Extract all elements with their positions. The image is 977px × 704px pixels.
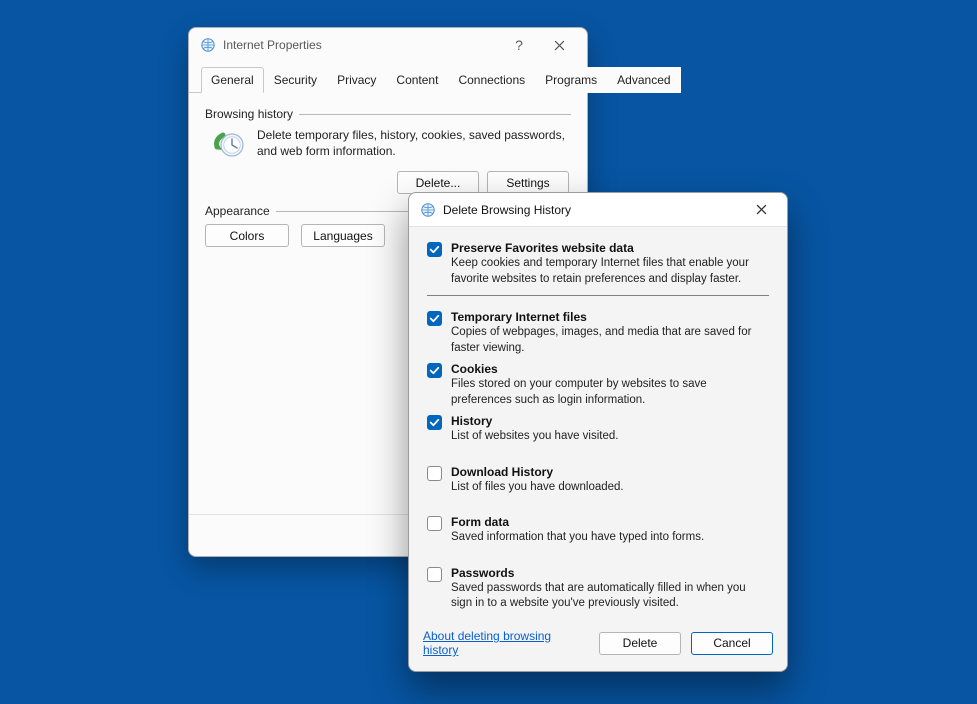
languages-button[interactable]: Languages	[301, 224, 385, 247]
temp-files-row: Temporary Internet files Copies of webpa…	[427, 310, 769, 356]
history-settings-button[interactable]: Settings	[487, 171, 569, 194]
passwords-desc: Saved passwords that are automatically f…	[451, 581, 769, 612]
dbh-delete-button[interactable]: Delete	[599, 632, 681, 655]
tab-general[interactable]: General	[201, 67, 264, 93]
cookies-checkbox[interactable]	[427, 363, 442, 378]
temp-files-label: Temporary Internet files	[451, 310, 769, 324]
cookies-row: Cookies Files stored on your computer by…	[427, 362, 769, 408]
help-button[interactable]: ?	[499, 30, 539, 60]
form-data-desc: Saved information that you have typed in…	[451, 530, 704, 546]
internet-options-icon	[199, 36, 217, 54]
download-history-label: Download History	[451, 465, 624, 479]
download-history-row: Download History List of files you have …	[427, 465, 769, 496]
browsing-history-text: Delete temporary files, history, cookies…	[257, 127, 571, 163]
passwords-label: Passwords	[451, 566, 769, 580]
dbh-footer: About deleting browsing history Delete C…	[409, 621, 787, 671]
history-row: History List of websites you have visite…	[427, 414, 769, 445]
download-history-checkbox[interactable]	[427, 466, 442, 481]
tab-advanced[interactable]: Advanced	[607, 67, 680, 93]
history-checkbox[interactable]	[427, 415, 442, 430]
download-history-desc: List of files you have downloaded.	[451, 480, 624, 496]
cookies-desc: Files stored on your computer by website…	[451, 377, 769, 408]
preserve-favorites-label: Preserve Favorites website data	[451, 241, 769, 255]
about-deleting-link[interactable]: About deleting browsing history	[423, 629, 579, 657]
dbh-close-button[interactable]	[741, 196, 781, 224]
tab-security[interactable]: Security	[264, 67, 327, 93]
delete-browsing-history-dialog: Delete Browsing History Preserve Favorit…	[408, 192, 788, 672]
tab-connections[interactable]: Connections	[448, 67, 535, 93]
form-data-label: Form data	[451, 515, 704, 529]
temp-files-desc: Copies of webpages, images, and media th…	[451, 325, 769, 356]
browsing-history-header: Browsing history	[205, 107, 571, 121]
preserve-favorites-desc: Keep cookies and temporary Internet file…	[451, 256, 769, 287]
temp-files-checkbox[interactable]	[427, 311, 442, 326]
props-titlebar[interactable]: Internet Properties ?	[189, 28, 587, 62]
tab-programs[interactable]: Programs	[535, 67, 607, 93]
dbh-cancel-button[interactable]: Cancel	[691, 632, 773, 655]
colors-button[interactable]: Colors	[205, 224, 289, 247]
internet-options-icon	[419, 201, 437, 219]
dbh-body: Preserve Favorites website data Keep coo…	[409, 227, 787, 621]
history-label: History	[451, 414, 618, 428]
props-close-button[interactable]	[539, 30, 579, 60]
preserve-favorites-row: Preserve Favorites website data Keep coo…	[427, 241, 769, 287]
browsing-history-label: Browsing history	[205, 107, 299, 121]
history-desc: List of websites you have visited.	[451, 429, 618, 445]
cookies-label: Cookies	[451, 362, 769, 376]
delete-history-button[interactable]: Delete...	[397, 171, 479, 194]
tab-privacy[interactable]: Privacy	[327, 67, 386, 93]
form-data-row: Form data Saved information that you hav…	[427, 515, 769, 546]
dbh-title: Delete Browsing History	[443, 203, 571, 217]
preserve-favorites-checkbox[interactable]	[427, 242, 442, 257]
dbh-titlebar[interactable]: Delete Browsing History	[409, 193, 787, 227]
passwords-checkbox[interactable]	[427, 567, 442, 582]
history-clock-icon	[211, 127, 247, 163]
tab-content[interactable]: Content	[386, 67, 448, 93]
form-data-checkbox[interactable]	[427, 516, 442, 531]
appearance-label: Appearance	[205, 204, 276, 218]
dbh-divider	[427, 295, 769, 296]
passwords-row: Passwords Saved passwords that are autom…	[427, 566, 769, 612]
props-title: Internet Properties	[223, 38, 322, 52]
props-tabs: General Security Privacy Content Connect…	[189, 62, 587, 93]
